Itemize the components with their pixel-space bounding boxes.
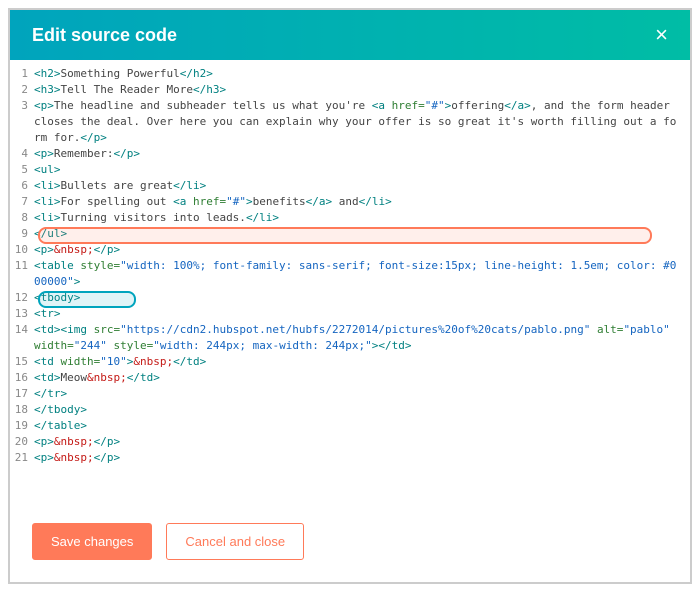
source-code-editor[interactable]: 1<h2>Something Powerful</h2>2<h3>Tell Th… (10, 60, 690, 505)
code-line[interactable]: 12<tbody> (10, 290, 690, 306)
code-line[interactable]: 1<h2>Something Powerful</h2> (10, 66, 690, 82)
code-line[interactable]: 13<tr> (10, 306, 690, 322)
code-line[interactable]: 19</table> (10, 418, 690, 434)
code-content[interactable]: <li>For spelling out <a href="#">benefit… (34, 194, 690, 210)
code-content[interactable]: <table style="width: 100%; font-family: … (34, 258, 690, 290)
line-number: 19 (10, 418, 34, 434)
code-line[interactable]: 21<p>&nbsp;</p> (10, 450, 690, 466)
code-line[interactable]: 4<p>Remember:</p> (10, 146, 690, 162)
line-number: 15 (10, 354, 34, 370)
code-line[interactable]: 7<li>For spelling out <a href="#">benefi… (10, 194, 690, 210)
code-line[interactable]: 9</ul> (10, 226, 690, 242)
line-number: 18 (10, 402, 34, 418)
code-line[interactable]: 17</tr> (10, 386, 690, 402)
code-content[interactable]: <li>Bullets are great</li> (34, 178, 690, 194)
code-line[interactable]: 20<p>&nbsp;</p> (10, 434, 690, 450)
line-number: 6 (10, 178, 34, 194)
code-line[interactable]: 18</tbody> (10, 402, 690, 418)
modal-title: Edit source code (32, 25, 177, 46)
save-button[interactable]: Save changes (32, 523, 152, 560)
line-number: 12 (10, 290, 34, 306)
code-content[interactable]: <h3>Tell The Reader More</h3> (34, 82, 690, 98)
line-number: 11 (10, 258, 34, 290)
code-content[interactable]: <td><img src="https://cdn2.hubspot.net/h… (34, 322, 690, 354)
code-line[interactable]: 5<ul> (10, 162, 690, 178)
code-line[interactable]: 3<p>The headline and subheader tells us … (10, 98, 690, 146)
line-number: 1 (10, 66, 34, 82)
line-number: 10 (10, 242, 34, 258)
code-content[interactable]: <li>Turning visitors into leads.</li> (34, 210, 690, 226)
line-number: 14 (10, 322, 34, 354)
code-content[interactable]: <tr> (34, 306, 690, 322)
modal-header: Edit source code × (10, 10, 690, 60)
code-content[interactable]: </tbody> (34, 402, 690, 418)
line-number: 20 (10, 434, 34, 450)
code-line[interactable]: 16<td>Meow&nbsp;</td> (10, 370, 690, 386)
code-content[interactable]: </ul> (34, 226, 690, 242)
line-number: 17 (10, 386, 34, 402)
code-line[interactable]: 8<li>Turning visitors into leads.</li> (10, 210, 690, 226)
line-number: 21 (10, 450, 34, 466)
line-number: 4 (10, 146, 34, 162)
line-number: 3 (10, 98, 34, 146)
modal-footer: Save changes Cancel and close (10, 505, 690, 582)
code-content[interactable]: <tbody> (34, 290, 690, 306)
code-content[interactable]: <td width="10">&nbsp;</td> (34, 354, 690, 370)
close-icon[interactable]: × (655, 24, 668, 46)
modal-frame: Edit source code × 1<h2>Something Powerf… (8, 8, 692, 584)
code-line[interactable]: 2<h3>Tell The Reader More</h3> (10, 82, 690, 98)
code-content[interactable]: <p>&nbsp;</p> (34, 434, 690, 450)
code-content[interactable]: </table> (34, 418, 690, 434)
line-number: 7 (10, 194, 34, 210)
code-content[interactable]: <p>&nbsp;</p> (34, 450, 690, 466)
cancel-button[interactable]: Cancel and close (166, 523, 304, 560)
line-number: 5 (10, 162, 34, 178)
code-line[interactable]: 15<td width="10">&nbsp;</td> (10, 354, 690, 370)
line-number: 9 (10, 226, 34, 242)
code-content[interactable]: </tr> (34, 386, 690, 402)
line-number: 16 (10, 370, 34, 386)
line-number: 2 (10, 82, 34, 98)
line-number: 8 (10, 210, 34, 226)
code-content[interactable]: <p>Remember:</p> (34, 146, 690, 162)
code-content[interactable]: <h2>Something Powerful</h2> (34, 66, 690, 82)
code-line[interactable]: 6<li>Bullets are great</li> (10, 178, 690, 194)
code-content[interactable]: <p>The headline and subheader tells us w… (34, 98, 690, 146)
code-content[interactable]: <ul> (34, 162, 690, 178)
code-line[interactable]: 14<td><img src="https://cdn2.hubspot.net… (10, 322, 690, 354)
code-line[interactable]: 10<p>&nbsp;</p> (10, 242, 690, 258)
code-content[interactable]: <p>&nbsp;</p> (34, 242, 690, 258)
line-number: 13 (10, 306, 34, 322)
code-line[interactable]: 11<table style="width: 100%; font-family… (10, 258, 690, 290)
code-content[interactable]: <td>Meow&nbsp;</td> (34, 370, 690, 386)
